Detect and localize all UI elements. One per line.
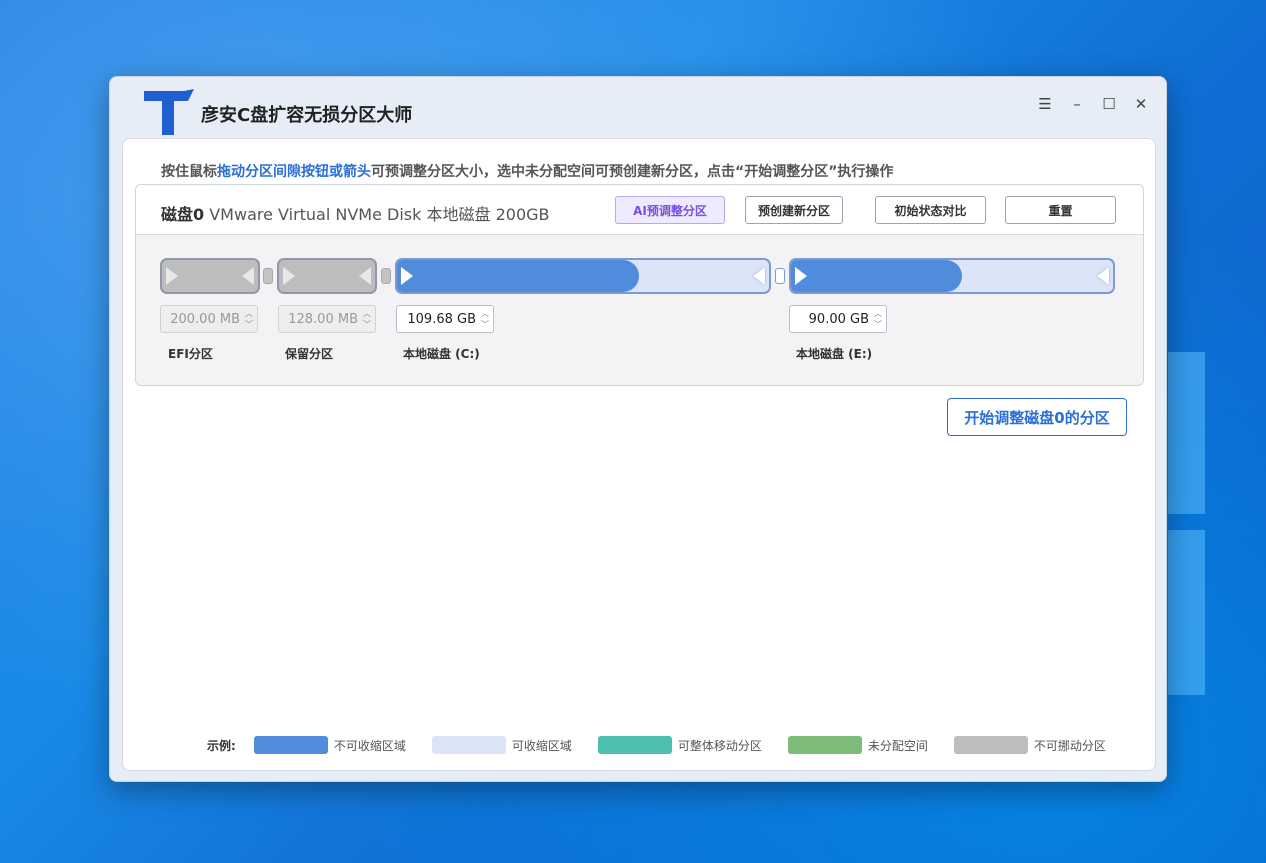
- main-content: 按住鼠标拖动分区间隙按钮或箭头可预调整分区大小，选中未分配空间可预创建新分区，点…: [122, 138, 1156, 771]
- size-spinner-c[interactable]: 109.68 GB ︿ ﹀: [396, 305, 494, 333]
- hint-text: 按住鼠标: [161, 164, 217, 180]
- legend: 示例: 不可收缩区域 可收缩区域 可整体移动分区 未分配空间 不可挪动分区: [207, 735, 1106, 755]
- reset-button[interactable]: 重置: [1005, 196, 1116, 224]
- legend-swatch: [253, 736, 328, 754]
- legend-label: 可收缩区域: [511, 738, 572, 753]
- spinner-arrows-icon[interactable]: ︿ ﹀: [872, 308, 884, 330]
- spinner-arrows-icon[interactable]: ︿ ﹀: [361, 308, 373, 330]
- hint-text: 可预调整分区大小，选中未分配空间可预创建新分区，点击“开始调整分区”执行操作: [371, 164, 894, 180]
- disk-title: 磁盘0 VMware Virtual NVMe Disk 本地磁盘 200GB: [161, 201, 550, 225]
- minimize-icon[interactable]: –: [1070, 95, 1084, 113]
- partition-track: 200.00 MB ︿ ﹀ 128.00 MB ︿ ﹀ 109.68 GB ︿ ﹀ 9…: [136, 235, 1143, 385]
- menu-icon[interactable]: ☰: [1038, 95, 1052, 113]
- partition-label-e: 本地磁盘 (E:): [796, 347, 873, 361]
- spinner-arrows-icon[interactable]: ︿ ﹀: [243, 308, 255, 330]
- maximize-icon[interactable]: ☐: [1102, 95, 1116, 113]
- resize-left-arrow-icon[interactable]: [795, 267, 807, 285]
- disk-label: 磁盘0: [161, 205, 205, 224]
- size-value: 200.00 MB: [170, 312, 240, 327]
- size-value: 128.00 MB: [288, 312, 358, 327]
- app-title: 彦安C盘扩容无损分区大师: [201, 105, 413, 126]
- partition-label-efi: EFI分区: [168, 347, 213, 361]
- legend-label: 不可收缩区域: [333, 738, 406, 753]
- partition-gap-handle[interactable]: [263, 268, 273, 284]
- disk-header: 磁盘0 VMware Virtual NVMe Disk 本地磁盘 200GB …: [136, 185, 1143, 235]
- partition-gap-handle[interactable]: [381, 268, 391, 284]
- size-value: 109.68 GB: [407, 312, 476, 327]
- size-spinner-efi[interactable]: 200.00 MB ︿ ﹀: [160, 305, 258, 333]
- legend-label: 未分配空间: [867, 738, 928, 753]
- start-adjust-button[interactable]: 开始调整磁盘0的分区: [947, 398, 1127, 436]
- legend-swatch: [597, 736, 672, 754]
- legend-swatch: [787, 736, 862, 754]
- partition-bar-efi[interactable]: [160, 258, 260, 294]
- pre-create-partition-button[interactable]: 预创建新分区: [745, 196, 843, 224]
- partition-label-c: 本地磁盘 (C:): [403, 347, 480, 361]
- resize-left-arrow-icon[interactable]: [283, 267, 295, 285]
- legend-swatch: [431, 736, 506, 754]
- partition-label-reserved: 保留分区: [285, 347, 334, 361]
- partition-bar-c[interactable]: [395, 258, 771, 294]
- partition-gap-handle[interactable]: [775, 268, 785, 284]
- title-bar: 彦安C盘扩容无损分区大师 ☰ – ☐ ✕: [110, 77, 1166, 137]
- resize-left-arrow-icon[interactable]: [166, 267, 178, 285]
- resize-right-arrow-icon[interactable]: [359, 267, 371, 285]
- disk-panel: 磁盘0 VMware Virtual NVMe Disk 本地磁盘 200GB …: [135, 184, 1144, 386]
- resize-right-arrow-icon[interactable]: [753, 267, 765, 285]
- app-window: 彦安C盘扩容无损分区大师 ☰ – ☐ ✕ 按住鼠标拖动分区间隙按钮或箭头可预调整…: [109, 76, 1167, 782]
- disk-description: VMware Virtual NVMe Disk 本地磁盘 200GB: [204, 205, 550, 224]
- legend-title: 示例:: [207, 738, 236, 753]
- used-area: [791, 260, 962, 292]
- resize-left-arrow-icon[interactable]: [401, 267, 413, 285]
- windows-logo-pane: [1168, 352, 1205, 514]
- partition-bar-reserved[interactable]: [277, 258, 377, 294]
- app-logo-icon: [144, 89, 194, 135]
- legend-label: 不可挪动分区: [1033, 738, 1106, 753]
- size-value: 90.00 GB: [808, 312, 869, 327]
- spinner-arrows-icon[interactable]: ︿ ﹀: [479, 308, 491, 330]
- size-spinner-reserved[interactable]: 128.00 MB ︿ ﹀: [278, 305, 376, 333]
- instruction-hint: 按住鼠标拖动分区间隙按钮或箭头可预调整分区大小，选中未分配空间可预创建新分区，点…: [161, 161, 893, 181]
- windows-logo-pane: [1168, 530, 1205, 695]
- resize-right-arrow-icon[interactable]: [1097, 267, 1109, 285]
- hint-highlight: 拖动分区间隙按钮或箭头: [217, 164, 371, 180]
- compare-initial-state-button[interactable]: 初始状态对比: [875, 196, 986, 224]
- close-icon[interactable]: ✕: [1134, 95, 1148, 113]
- ai-adjust-button[interactable]: AI预调整分区: [615, 196, 725, 224]
- size-spinner-e[interactable]: 90.00 GB ︿ ﹀: [789, 305, 887, 333]
- used-area: [397, 260, 639, 292]
- legend-label: 可整体移动分区: [677, 738, 762, 753]
- legend-swatch: [953, 736, 1028, 754]
- partition-bar-e[interactable]: [789, 258, 1115, 294]
- window-controls: ☰ – ☐ ✕: [1038, 95, 1148, 113]
- resize-right-arrow-icon[interactable]: [242, 267, 254, 285]
